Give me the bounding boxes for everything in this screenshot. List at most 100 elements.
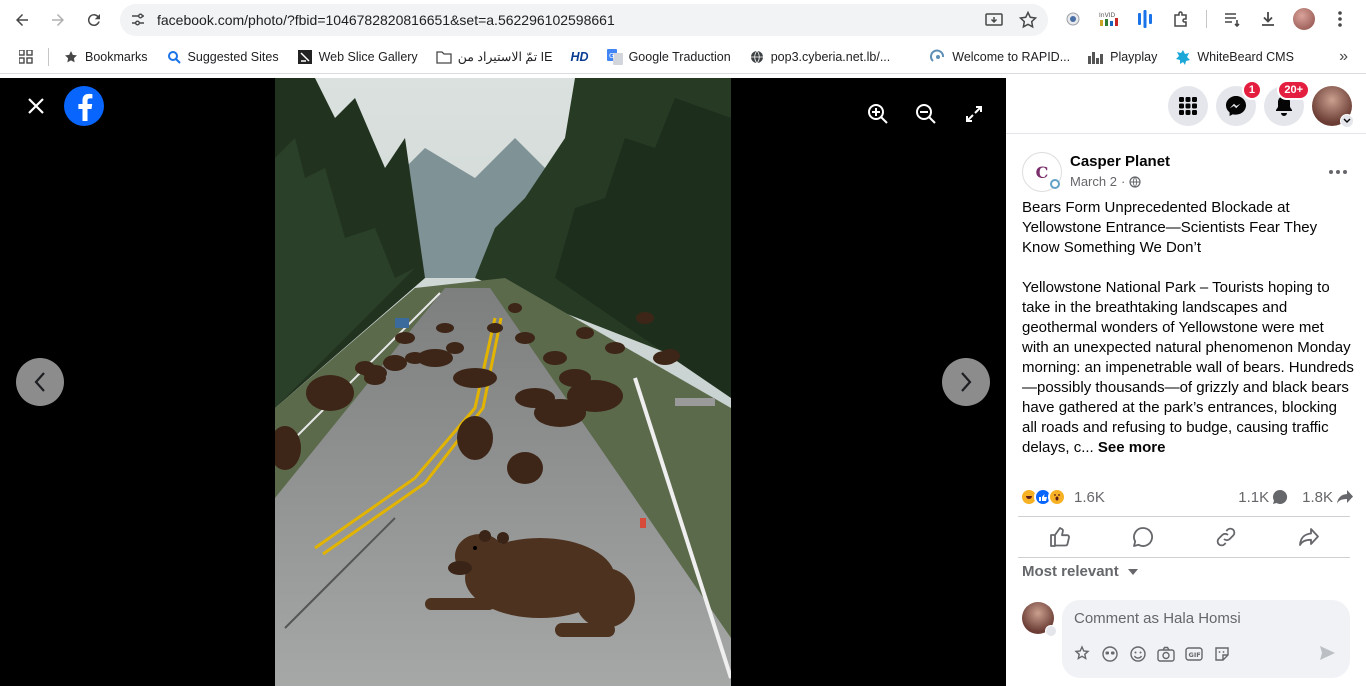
toolbar-divider bbox=[1206, 10, 1207, 28]
sticker-icon[interactable] bbox=[1212, 644, 1232, 664]
comment-box: GIF bbox=[1062, 600, 1350, 678]
downloads-icon[interactable] bbox=[1255, 6, 1281, 32]
forward-button[interactable] bbox=[42, 4, 74, 36]
next-photo-button[interactable] bbox=[942, 358, 990, 406]
photo-viewer bbox=[0, 78, 1006, 686]
bookmarks-bar: Bookmarks Suggested Sites Web Slice Gall… bbox=[0, 40, 1366, 74]
facebook-header-actions: 1 20+ bbox=[1006, 78, 1366, 134]
bookmark-web-slice-gallery[interactable]: Web Slice Gallery bbox=[297, 49, 418, 65]
previous-photo-button[interactable] bbox=[16, 358, 64, 406]
forward-arrow-icon bbox=[52, 14, 64, 26]
messenger-badge: 1 bbox=[1241, 79, 1262, 100]
zoom-out-button[interactable] bbox=[910, 98, 942, 130]
zoom-in-button[interactable] bbox=[862, 98, 894, 130]
url-text: facebook.com/photo/?fbid=104678282081665… bbox=[157, 12, 615, 28]
post-meta: March 2 · bbox=[1070, 174, 1141, 189]
reload-button[interactable] bbox=[78, 4, 110, 36]
bookmark-rapid[interactable]: Welcome to RAPID... bbox=[930, 49, 1070, 65]
post-date[interactable]: March 2 bbox=[1070, 174, 1117, 189]
svg-text:G: G bbox=[609, 52, 614, 60]
messenger-icon bbox=[1226, 95, 1246, 116]
share-button[interactable] bbox=[1267, 517, 1350, 557]
extension-audio-icon[interactable] bbox=[1132, 6, 1158, 32]
comment-button[interactable] bbox=[1101, 517, 1184, 557]
account-avatar[interactable] bbox=[1312, 85, 1354, 128]
comment-count[interactable]: 1.1K bbox=[1238, 489, 1288, 506]
bookmark-imported-folder[interactable]: تمّ الاستيراد من IE bbox=[436, 49, 553, 65]
bookmark-label: Welcome to RAPID... bbox=[952, 49, 1071, 64]
gif-icon[interactable]: GIF bbox=[1184, 644, 1204, 664]
share-icon bbox=[1298, 528, 1319, 546]
post-photo[interactable] bbox=[275, 78, 731, 686]
commenter-avatar[interactable] bbox=[1022, 602, 1057, 637]
thumbs-up-icon bbox=[1049, 527, 1070, 547]
extension-record-icon[interactable] bbox=[1060, 6, 1086, 32]
see-more-link[interactable]: See more bbox=[1098, 439, 1166, 456]
apps-button[interactable] bbox=[18, 49, 34, 65]
translate-icon: G bbox=[606, 48, 623, 65]
emoji-icon[interactable] bbox=[1128, 644, 1148, 664]
double-chevron-icon: » bbox=[1339, 47, 1348, 65]
chevron-down-icon bbox=[1045, 625, 1057, 637]
comment-input[interactable] bbox=[1074, 610, 1334, 627]
reading-list-icon[interactable] bbox=[1219, 6, 1245, 32]
fullscreen-button[interactable] bbox=[958, 98, 990, 130]
install-app-icon[interactable] bbox=[984, 10, 1004, 35]
camera-icon[interactable] bbox=[1156, 644, 1176, 664]
copy-link-button[interactable] bbox=[1184, 517, 1267, 557]
address-bar[interactable]: facebook.com/photo/?fbid=104678282081665… bbox=[120, 4, 1048, 36]
back-button[interactable] bbox=[6, 4, 38, 36]
bookmark-hd[interactable]: HD bbox=[571, 50, 589, 64]
chevron-down-icon bbox=[1340, 113, 1354, 128]
comment-count-value: 1.1K bbox=[1238, 488, 1270, 506]
close-button[interactable] bbox=[20, 90, 52, 122]
bookmark-whitebeard[interactable]: WhiteBeard CMS bbox=[1175, 49, 1294, 65]
bookmark-label: Suggested Sites bbox=[187, 49, 279, 64]
notifications-button[interactable]: 20+ bbox=[1264, 79, 1310, 126]
site-info-icon[interactable] bbox=[124, 6, 152, 34]
facebook-logo[interactable] bbox=[64, 86, 104, 126]
rapid-icon bbox=[930, 49, 946, 65]
bookmark-pop3[interactable]: pop3.cyberia.net.lb/... bbox=[749, 49, 890, 65]
facebook-f-icon bbox=[78, 93, 93, 121]
page-name[interactable]: Casper Planet bbox=[1070, 153, 1170, 170]
expand-icon bbox=[966, 106, 982, 122]
profile-avatar[interactable] bbox=[1291, 6, 1317, 32]
extension-invid-icon[interactable]: InVID bbox=[1096, 6, 1122, 32]
bookmark-playplay[interactable]: Playplay bbox=[1088, 49, 1157, 65]
extensions-puzzle-icon[interactable] bbox=[1168, 6, 1194, 32]
whitebeard-icon bbox=[1175, 49, 1191, 65]
apps-grid-icon bbox=[18, 49, 34, 65]
post-headline: Bears Form Unprecedented Blockade at Yel… bbox=[1022, 199, 1318, 256]
chevron-right-icon bbox=[961, 372, 972, 392]
reaction-icons[interactable] bbox=[1020, 488, 1066, 506]
bookmark-label: Bookmarks bbox=[85, 49, 148, 64]
share-count[interactable]: 1.8K bbox=[1302, 489, 1354, 506]
comment-sort-dropdown[interactable]: Most relevant bbox=[1022, 563, 1139, 580]
more-bookmarks-button[interactable]: » bbox=[1339, 48, 1348, 66]
bookmark-google-traduction[interactable]: G Google Traduction bbox=[606, 48, 731, 65]
reaction-count[interactable]: 1.6K bbox=[1074, 489, 1105, 506]
avatar-sticker-icon[interactable] bbox=[1072, 644, 1092, 664]
caret-down-icon bbox=[1127, 568, 1138, 575]
search-icon bbox=[166, 49, 182, 65]
bookmark-label: WhiteBeard CMS bbox=[1197, 49, 1294, 64]
bookmark-label: Web Slice Gallery bbox=[318, 49, 418, 64]
bookmark-label: تمّ الاستيراد من IE bbox=[457, 50, 553, 64]
share-arrow-icon bbox=[1337, 490, 1353, 504]
bears-on-road-image bbox=[275, 78, 731, 686]
menu-button[interactable] bbox=[1168, 85, 1208, 126]
bookmark-star-icon[interactable] bbox=[1018, 10, 1038, 35]
web-slice-icon bbox=[297, 49, 313, 65]
bookmark-suggested-sites[interactable]: Suggested Sites bbox=[166, 49, 279, 65]
playplay-icon bbox=[1088, 49, 1104, 65]
bookmark-bookmarks[interactable]: Bookmarks bbox=[63, 49, 148, 65]
send-comment-button[interactable] bbox=[1318, 644, 1338, 664]
browser-menu-icon[interactable] bbox=[1327, 6, 1353, 32]
messenger-button[interactable]: 1 bbox=[1216, 79, 1262, 126]
emoji-avatar-icon[interactable] bbox=[1100, 644, 1120, 664]
wow-reaction-icon bbox=[1048, 488, 1066, 506]
like-button[interactable] bbox=[1018, 517, 1101, 557]
bookmark-label: Google Traduction bbox=[628, 49, 731, 64]
post-options-button[interactable] bbox=[1324, 158, 1352, 186]
